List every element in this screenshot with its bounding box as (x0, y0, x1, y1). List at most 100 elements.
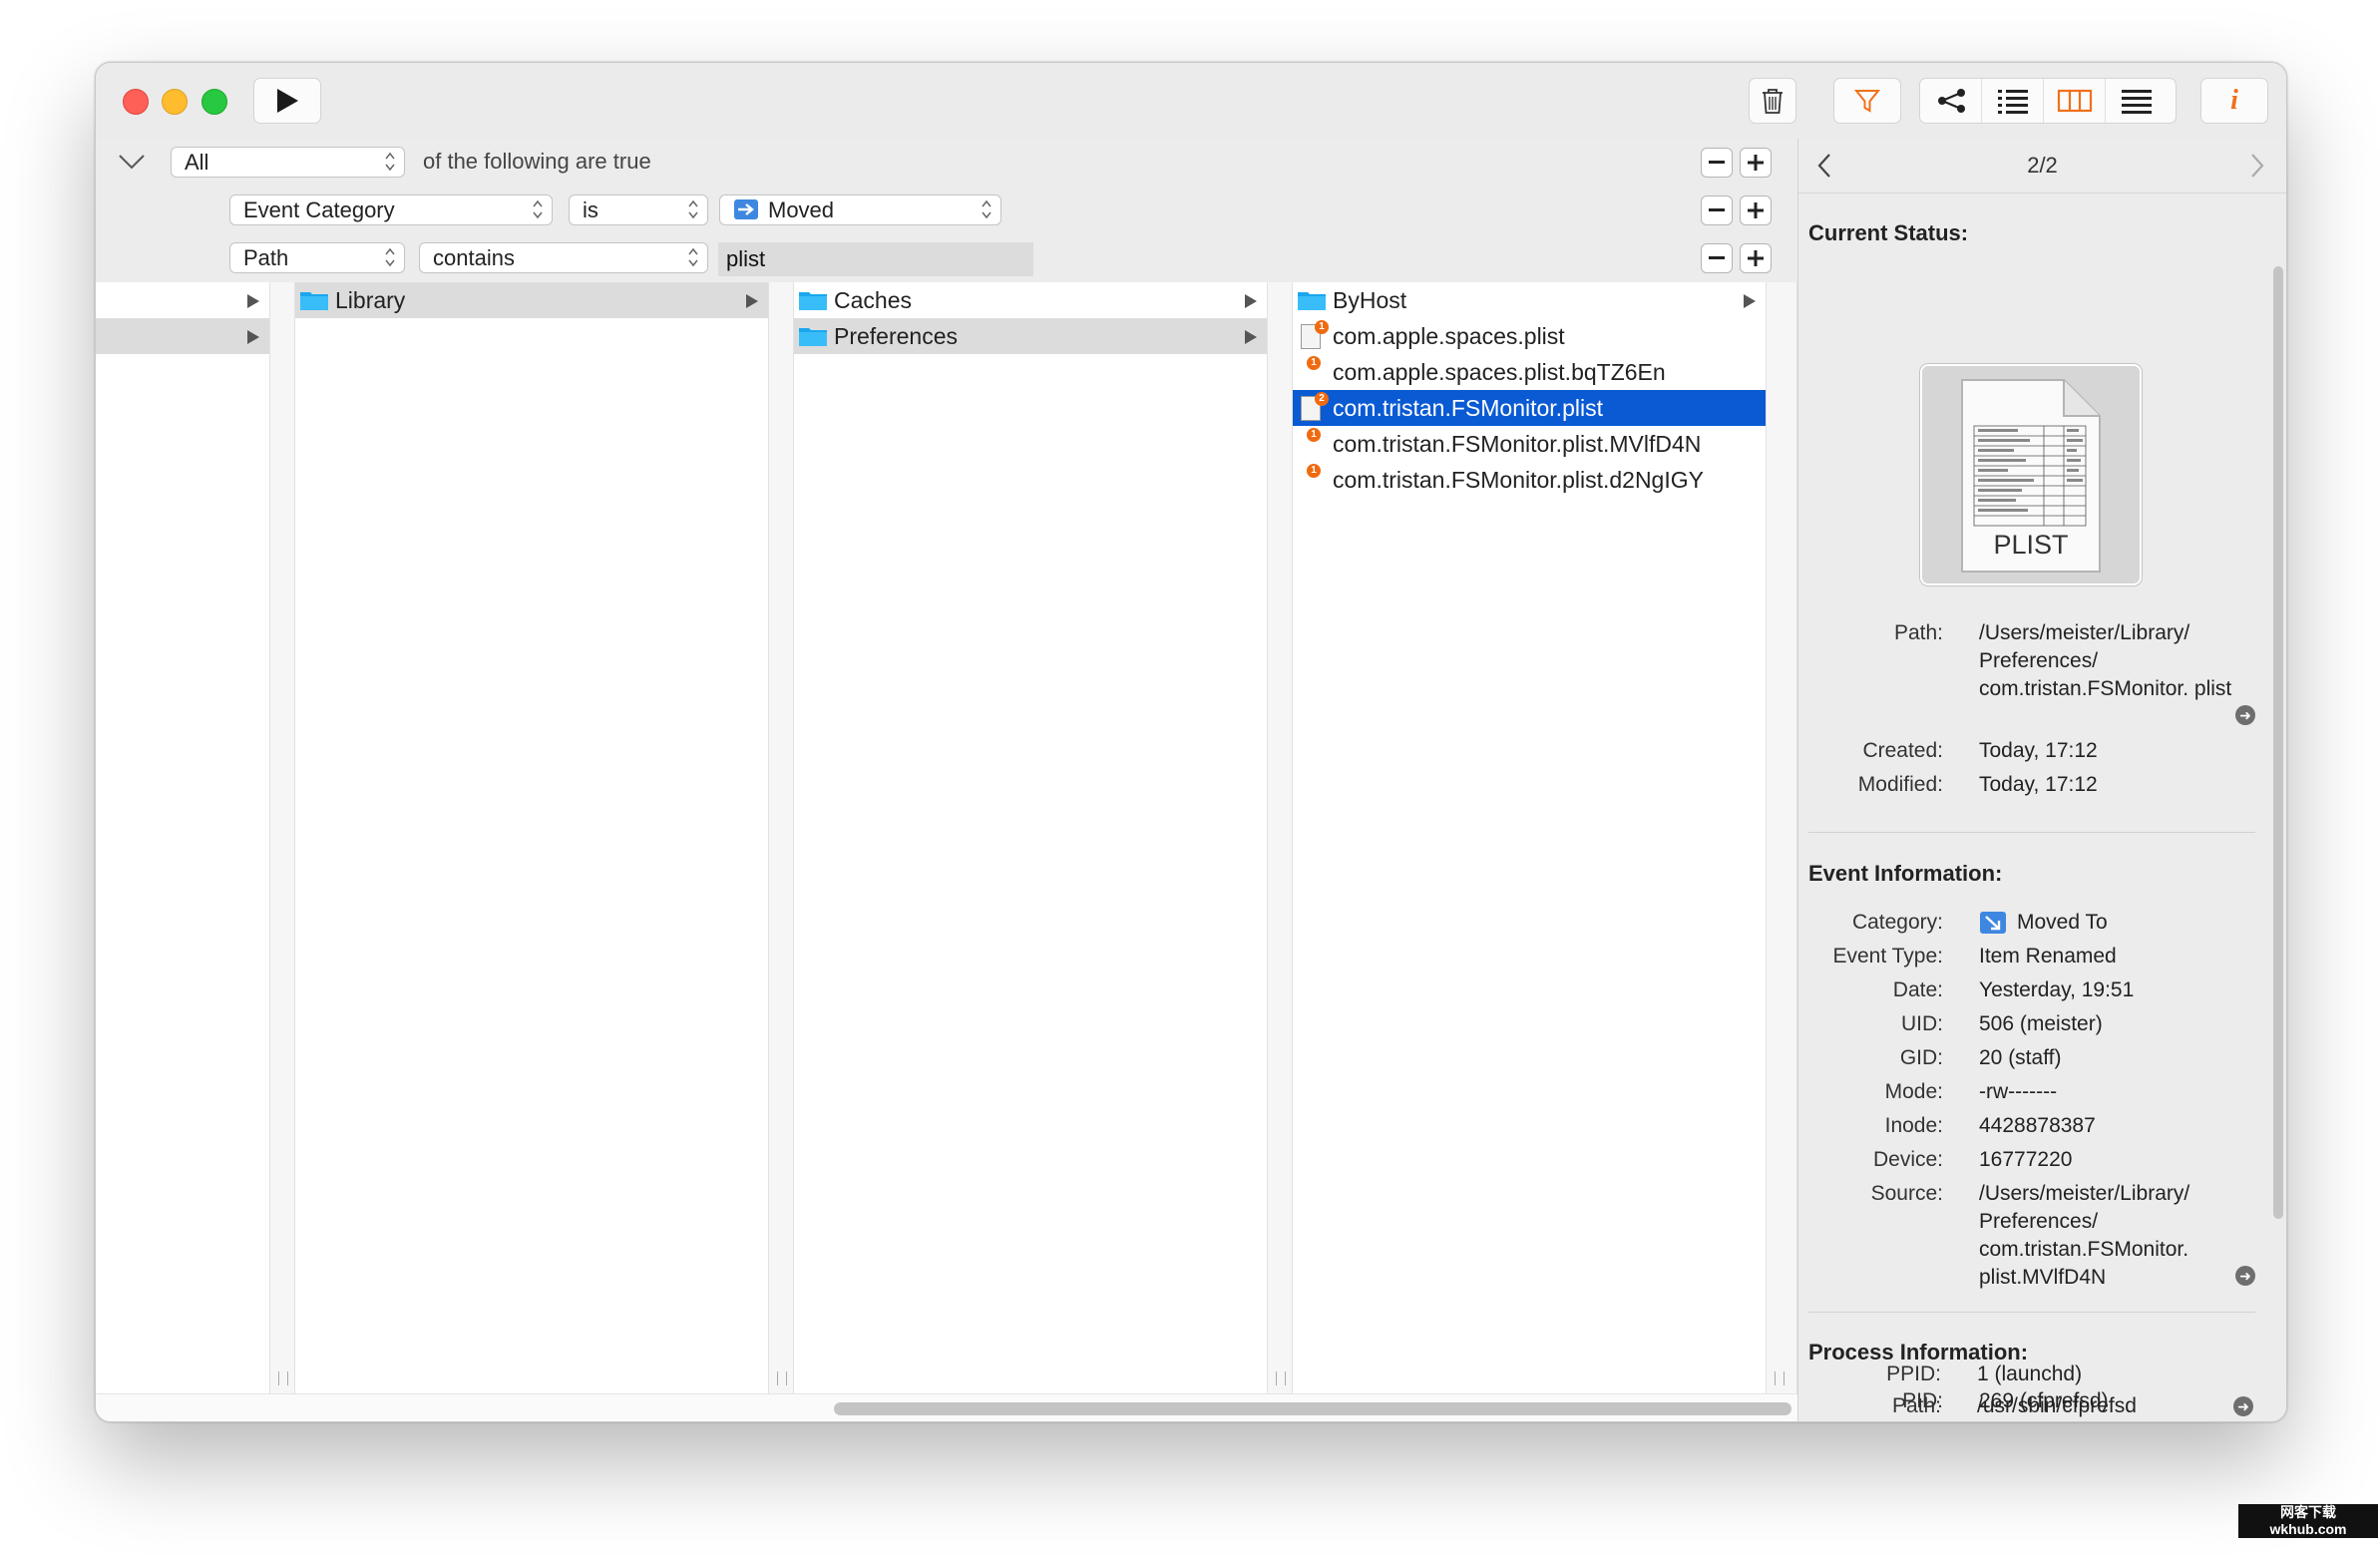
inspector-toggle-button[interactable]: i (2200, 78, 2268, 124)
up-down-arrows-icon (385, 152, 395, 172)
field-value: 506 (meister) (1979, 1012, 2103, 1035)
list-icon (1997, 90, 2028, 114)
rule-value-textfield[interactable]: plist (718, 242, 1033, 276)
reveal-arrow-icon[interactable]: ➜ (2235, 705, 2255, 725)
browser-column-2[interactable]: Caches Preferences (794, 282, 1267, 1393)
remove-rule-button[interactable] (1701, 148, 1733, 178)
field-label: Created: (1862, 739, 1943, 762)
rule-operator-popup[interactable]: is (569, 194, 708, 225)
column-resizer[interactable] (1267, 282, 1293, 1393)
browser-row-caches[interactable]: Caches (794, 282, 1267, 318)
browser-column-1[interactable]: Library (295, 282, 768, 1393)
horizontal-scrollbar[interactable] (96, 1393, 1797, 1421)
browser-row-file-selected[interactable]: 2 com.tristan.FSMonitor.plist (1293, 390, 1766, 426)
chevron-down-icon[interactable] (118, 153, 146, 171)
rule-field-popup[interactable]: Path (229, 242, 405, 273)
status-path-row: Path: /Users/meister/Library/ Preference… (1798, 619, 2267, 731)
remove-rule-button[interactable] (1701, 195, 1733, 225)
browser-row-byhost[interactable]: ByHost (1293, 282, 1766, 318)
up-down-arrows-icon (982, 199, 992, 219)
browser-row[interactable] (96, 318, 269, 354)
column-resizer[interactable] (269, 282, 295, 1393)
chevron-right-icon[interactable] (2249, 153, 2265, 179)
rule-field-popup[interactable]: Event Category (229, 194, 553, 225)
field-label: PPID: (1886, 1362, 1941, 1385)
event-source-row: Source: /Users/meister/Library/ Preferen… (1798, 1180, 2267, 1292)
view-columns-segment[interactable] (2044, 79, 2106, 123)
row-label: Preferences (834, 323, 959, 349)
moved-to-icon (1980, 912, 2006, 934)
field-value: Item Renamed (1979, 945, 2117, 968)
field-label: Path: (1891, 1394, 1941, 1417)
browser-row-file[interactable]: 1 com.apple.spaces.plist (1293, 318, 1766, 354)
row-label: com.apple.spaces.plist.bqTZ6En (1333, 359, 1666, 385)
field-value: Today, 17:12 (1979, 773, 2098, 796)
zoom-window-button[interactable] (201, 89, 227, 115)
horizontal-scroll-thumb[interactable] (834, 1402, 1791, 1415)
close-window-button[interactable] (123, 89, 149, 115)
add-rule-button[interactable] (1740, 243, 1772, 273)
field-label: GID: (1899, 1046, 1943, 1069)
filter-toggle-button[interactable] (1833, 78, 1901, 124)
reveal-arrow-icon[interactable]: ➜ (2235, 1266, 2255, 1286)
field-label: Category: (1851, 911, 1943, 934)
plus-icon (1748, 202, 1764, 218)
field-value: 4428878387 (1979, 1114, 2096, 1137)
rule-row-category: Event Category is Moved (96, 187, 1797, 235)
add-rule-button[interactable] (1740, 195, 1772, 225)
view-flat-segment[interactable] (2106, 79, 2168, 123)
field-label: UID: (1901, 1012, 1943, 1035)
browser-row-library[interactable]: Library (295, 282, 768, 318)
event-count-badge: 1 (1307, 428, 1321, 442)
match-mode-label: All (185, 150, 209, 175)
minus-icon (1709, 256, 1725, 259)
folder-icon (799, 328, 827, 346)
rule-operator-popup[interactable]: contains (419, 242, 708, 273)
columns-icon (2057, 89, 2092, 113)
minimize-window-button[interactable] (162, 89, 188, 115)
browser-row-file[interactable]: 1 com.tristan.FSMonitor.plist.MVlfD4N (1293, 426, 1766, 462)
up-down-arrows-icon (385, 247, 395, 267)
view-list-segment[interactable] (1982, 79, 2044, 123)
match-mode-popup[interactable]: All (171, 147, 405, 178)
field-label: Date: (1892, 978, 1943, 1001)
row-label: com.tristan.FSMonitor.plist.d2NgIGY (1333, 467, 1704, 493)
event-info-title: Event Information: (1808, 861, 2003, 886)
view-mode-segmented-control (1919, 78, 2177, 124)
folder-icon (300, 292, 328, 310)
watermark-line1: 网客下载 (2280, 1504, 2336, 1520)
lines-icon (2122, 90, 2152, 114)
start-monitoring-button[interactable] (253, 78, 321, 124)
inspector-vertical-scrollbar[interactable] (2273, 266, 2283, 1219)
moved-arrow-icon (734, 199, 758, 219)
preview-type-label: PLIST (1993, 530, 2069, 560)
browser-row-preferences[interactable]: Preferences (794, 318, 1267, 354)
browser-column-3[interactable]: ByHost 1 com.apple.spaces.plist 1 com.ap… (1293, 282, 1766, 1393)
reveal-arrow-icon[interactable]: ➜ (2233, 1396, 2253, 1416)
browser-row[interactable] (96, 282, 269, 318)
row-label: com.tristan.FSMonitor.plist (1333, 395, 1603, 421)
column-browser: Library Caches Preferences ByHost 1 com.… (96, 282, 1797, 1421)
column-resizer[interactable] (768, 282, 794, 1393)
resize-grip-icon (1775, 1371, 1785, 1385)
plus-icon (1748, 155, 1764, 171)
disclosure-triangle-icon (1744, 294, 1756, 308)
folder-icon (1298, 292, 1326, 310)
remove-rule-button[interactable] (1701, 243, 1733, 273)
watermark-line2: wkhub.com (2269, 1521, 2347, 1537)
browser-row-file[interactable]: 1 com.apple.spaces.plist.bqTZ6En (1293, 354, 1766, 390)
resize-grip-icon (1276, 1371, 1286, 1385)
add-rule-button[interactable] (1740, 148, 1772, 178)
current-status-title: Current Status: (1808, 220, 1969, 245)
folder-icon (799, 292, 827, 310)
minus-icon (1709, 208, 1725, 211)
field-value: /Users/meister/Library/ Preferences/ com… (1979, 1182, 2190, 1289)
field-value: -rw------- (1979, 1080, 2058, 1103)
column-resizer[interactable] (1766, 282, 1797, 1393)
clear-events-button[interactable] (1749, 78, 1796, 124)
view-hierarchy-segment[interactable] (1920, 79, 1982, 123)
browser-column-root[interactable] (96, 282, 269, 1393)
browser-row-file[interactable]: 1 com.tristan.FSMonitor.plist.d2NgIGY (1293, 462, 1766, 498)
predicate-header-row: All of the following are true (96, 139, 1797, 188)
rule-value-popup[interactable]: Moved (719, 194, 1001, 225)
